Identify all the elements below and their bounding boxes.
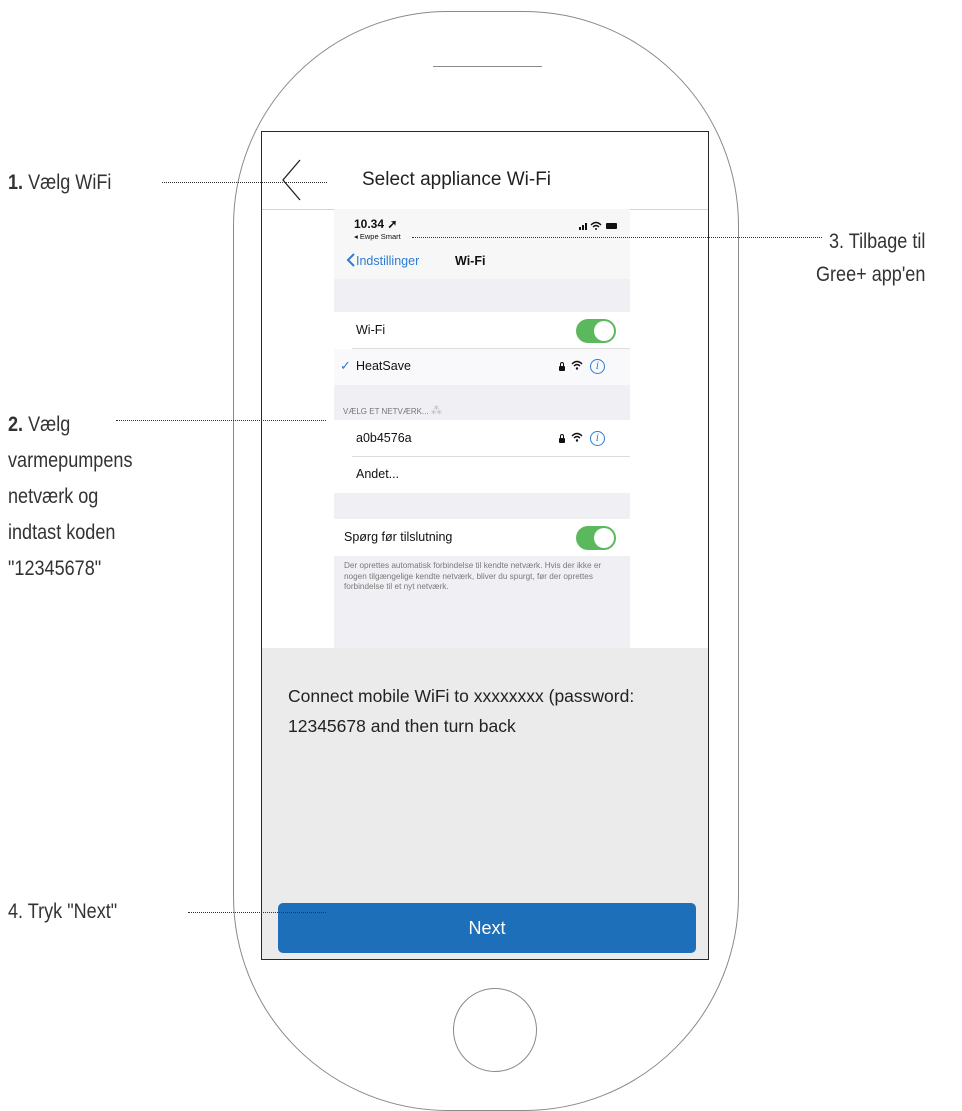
annotation-step2: 2. Vælg varmepumpens netværk og indtast … <box>8 413 133 580</box>
ios-header: 10.34 ➚ ◂ Ewpe Smart Indstillinger Wi-Fi <box>334 209 630 279</box>
ios-wifi-screenshot: 10.34 ➚ ◂ Ewpe Smart Indstillinger Wi-Fi… <box>334 209 630 648</box>
annotation-step1: 1. Vælg WiFi <box>8 171 112 194</box>
network-name: a0b4576a <box>356 431 412 445</box>
back-arrow-icon[interactable] <box>281 159 301 201</box>
leader-line-step4 <box>188 912 326 913</box>
other-network-label: Andet... <box>356 467 400 481</box>
wifi-signal-icon <box>571 360 583 370</box>
page-title: Select appliance Wi-Fi <box>362 169 552 190</box>
info-icon[interactable]: i <box>590 359 605 374</box>
other-network-row[interactable]: Andet... <box>334 457 630 493</box>
loading-spinner-icon: ⁂ <box>430 405 442 417</box>
instruction-panel: Connect mobile WiFi to xxxxxxxx (passwor… <box>262 648 708 959</box>
annotation-step3: 3. Tilbage til Gree+ app'en <box>815 230 926 286</box>
connected-network-row[interactable]: ✓ HeatSave i <box>334 349 630 385</box>
phone-speaker <box>433 66 542 67</box>
wifi-toggle-row: Wi-Fi <box>334 312 630 349</box>
network-row[interactable]: a0b4576a i <box>334 420 630 457</box>
wifi-toggle[interactable] <box>576 319 616 343</box>
ask-to-join-row: Spørg før tilslutning <box>334 519 630 556</box>
back-to-app-link[interactable]: ◂ Ewpe Smart <box>354 232 401 241</box>
network-section-header: VÆLG ET NETVÆRK... ⁂ <box>343 405 442 417</box>
lock-icon <box>559 434 565 443</box>
status-time: 10.34 ➚ <box>354 217 398 231</box>
lock-icon <box>559 362 565 371</box>
ios-nav-title: Wi-Fi <box>455 254 486 268</box>
wifi-label: Wi-Fi <box>356 323 386 337</box>
checkmark-icon: ✓ <box>340 358 351 373</box>
wifi-signal-icon <box>571 432 583 442</box>
ask-to-join-toggle[interactable] <box>576 526 616 550</box>
phone-screen: Select appliance Wi-Fi 10.34 ➚ ◂ Ewpe Sm… <box>261 131 709 960</box>
connected-network-name: HeatSave <box>356 359 411 373</box>
ios-back-chevron-icon[interactable] <box>346 253 355 267</box>
home-button <box>453 988 537 1072</box>
ask-to-join-label: Spørg før tilslutning <box>344 530 453 544</box>
ask-to-join-description: Der oprettes automatisk forbindelse til … <box>344 561 602 591</box>
annotation-step4: 4. Tryk "Next" <box>8 900 118 923</box>
status-icons <box>579 221 617 230</box>
leader-line-step1 <box>162 182 327 183</box>
next-button[interactable]: Next <box>278 903 696 953</box>
leader-line-step2 <box>116 420 326 421</box>
app-header: Select appliance Wi-Fi <box>262 132 708 210</box>
ios-back-link[interactable]: Indstillinger <box>356 254 419 268</box>
info-icon[interactable]: i <box>590 431 605 446</box>
instruction-text: Connect mobile WiFi to xxxxxxxx (passwor… <box>288 686 635 736</box>
leader-line-step3 <box>412 237 822 238</box>
